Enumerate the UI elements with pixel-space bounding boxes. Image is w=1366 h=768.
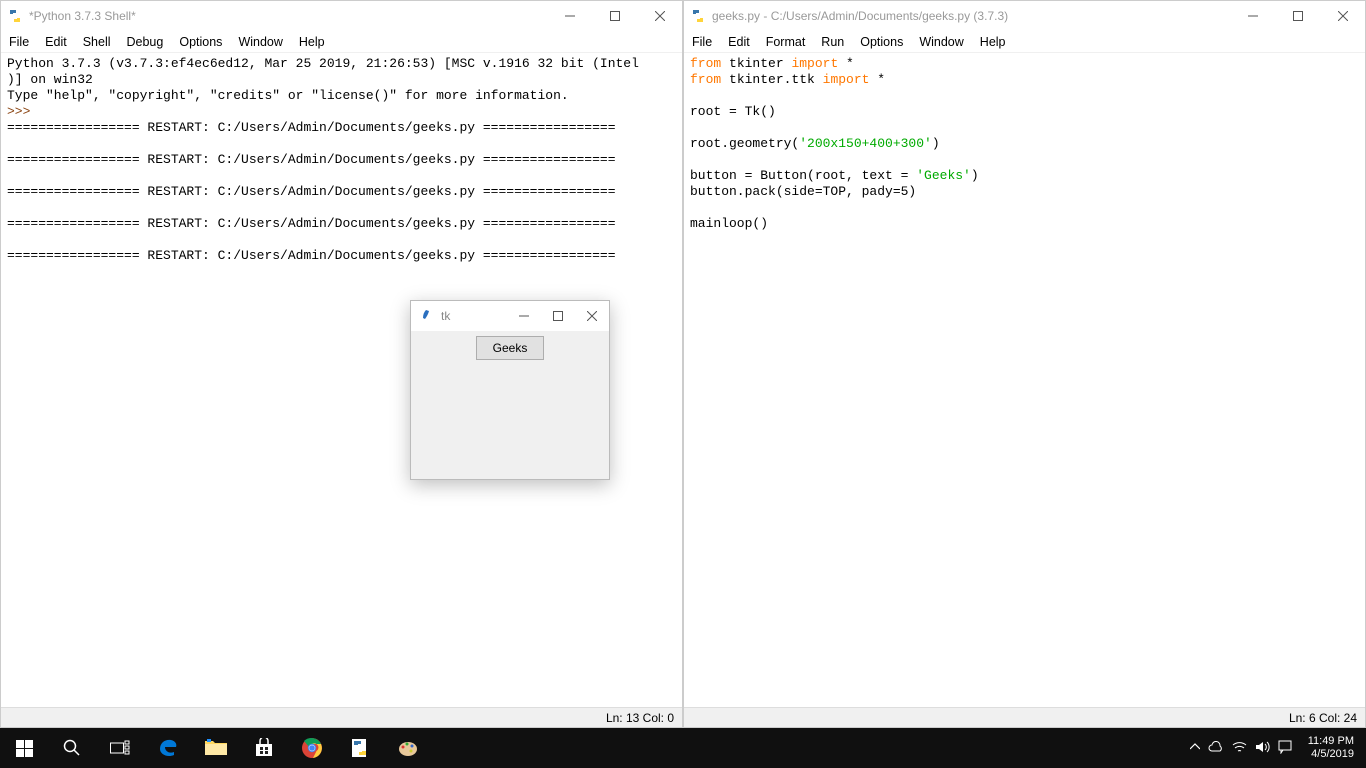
editor-content[interactable]: from tkinter import * from tkinter.ttk i… [684, 53, 1365, 707]
tray-wifi-icon[interactable] [1232, 741, 1247, 756]
shell-prompt: >>> [7, 104, 38, 119]
system-tray[interactable] [1182, 740, 1300, 757]
code-kw: import [823, 72, 870, 87]
file-explorer-icon[interactable] [192, 728, 240, 768]
tk-titlebar[interactable]: tk [411, 301, 609, 331]
minimize-button[interactable] [507, 301, 541, 331]
editor-titlebar[interactable]: geeks.py - C:/Users/Admin/Documents/geek… [684, 1, 1365, 31]
taskbar-clock[interactable]: 11:49 PM 4/5/2019 [1300, 735, 1362, 761]
code-text: button.pack(side=TOP, pady=5) [690, 184, 916, 199]
code-string: 'Geeks' [916, 168, 971, 183]
code-kw: import [791, 56, 838, 71]
menu-window[interactable]: Window [238, 35, 282, 49]
code-text: * [869, 72, 885, 87]
menu-file[interactable]: File [692, 35, 712, 49]
shell-restart-line: ================= RESTART: C:/Users/Admi… [7, 184, 616, 199]
menu-debug[interactable]: Debug [127, 35, 164, 49]
minimize-button[interactable] [547, 1, 592, 31]
edge-icon[interactable] [144, 728, 192, 768]
paint-icon[interactable] [384, 728, 432, 768]
minimize-button[interactable] [1230, 1, 1275, 31]
taskbar: 11:49 PM 4/5/2019 [0, 728, 1366, 768]
tk-window: tk Geeks [410, 300, 610, 480]
tk-feather-icon [419, 309, 433, 323]
code-text: ) [932, 136, 940, 151]
shell-line: )] on win32 [7, 72, 93, 87]
close-button[interactable] [1320, 1, 1365, 31]
geeks-button[interactable]: Geeks [476, 336, 545, 360]
shell-line: Type "help", "copyright", "credits" or "… [7, 88, 569, 103]
clock-time: 11:49 PM [1308, 735, 1354, 748]
menu-options[interactable]: Options [860, 35, 903, 49]
menu-format[interactable]: Format [766, 35, 806, 49]
menu-options[interactable]: Options [179, 35, 222, 49]
maximize-button[interactable] [541, 301, 575, 331]
start-button[interactable] [0, 728, 48, 768]
code-text: tkinter.ttk [721, 72, 822, 87]
editor-title: geeks.py - C:/Users/Admin/Documents/geek… [712, 9, 1230, 23]
shell-restart-line: ================= RESTART: C:/Users/Admi… [7, 152, 616, 167]
menu-help[interactable]: Help [980, 35, 1006, 49]
shell-title: *Python 3.7.3 Shell* [29, 9, 547, 23]
search-icon[interactable] [48, 728, 96, 768]
code-text: tkinter [721, 56, 791, 71]
code-text: root.geometry( [690, 136, 799, 151]
tray-chevron-up-icon[interactable] [1190, 741, 1200, 755]
code-text: mainloop() [690, 216, 768, 231]
task-view-icon[interactable] [96, 728, 144, 768]
shell-cursor-position: Ln: 13 Col: 0 [606, 711, 674, 725]
shell-restart-line: ================= RESTART: C:/Users/Admi… [7, 120, 616, 135]
code-text: root = Tk() [690, 104, 776, 119]
clock-date: 4/5/2019 [1308, 748, 1354, 761]
tk-title: tk [441, 309, 450, 323]
editor-statusbar: Ln: 6 Col: 24 [684, 707, 1365, 727]
menu-run[interactable]: Run [821, 35, 844, 49]
code-string: '200x150+400+300' [799, 136, 932, 151]
close-button[interactable] [637, 1, 682, 31]
shell-line: Python 3.7.3 (v3.7.3:ef4ec6ed12, Mar 25 … [7, 56, 639, 71]
tray-onedrive-icon[interactable] [1208, 741, 1224, 756]
shell-restart-line: ================= RESTART: C:/Users/Admi… [7, 248, 616, 263]
tk-body: Geeks [411, 331, 609, 479]
idle-taskbar-icon[interactable] [336, 728, 384, 768]
python-idle-icon [7, 8, 23, 24]
shell-titlebar[interactable]: *Python 3.7.3 Shell* [1, 1, 682, 31]
menu-edit[interactable]: Edit [728, 35, 750, 49]
menu-edit[interactable]: Edit [45, 35, 67, 49]
menu-file[interactable]: File [9, 35, 29, 49]
shell-statusbar: Ln: 13 Col: 0 [1, 707, 682, 727]
tray-volume-icon[interactable] [1255, 740, 1270, 757]
code-text: ) [971, 168, 979, 183]
python-idle-icon [690, 8, 706, 24]
editor-menubar: File Edit Format Run Options Window Help [684, 31, 1365, 53]
maximize-button[interactable] [1275, 1, 1320, 31]
shell-menubar: File Edit Shell Debug Options Window Hel… [1, 31, 682, 53]
code-kw: from [690, 56, 721, 71]
code-text: * [838, 56, 854, 71]
menu-shell[interactable]: Shell [83, 35, 111, 49]
shell-restart-line: ================= RESTART: C:/Users/Admi… [7, 216, 616, 231]
maximize-button[interactable] [592, 1, 637, 31]
editor-window: geeks.py - C:/Users/Admin/Documents/geek… [683, 0, 1366, 728]
code-text: button = Button(root, text = [690, 168, 916, 183]
chrome-icon[interactable] [288, 728, 336, 768]
menu-window[interactable]: Window [919, 35, 963, 49]
code-kw: from [690, 72, 721, 87]
menu-help[interactable]: Help [299, 35, 325, 49]
editor-cursor-position: Ln: 6 Col: 24 [1289, 711, 1357, 725]
tray-action-center-icon[interactable] [1278, 740, 1292, 757]
close-button[interactable] [575, 301, 609, 331]
store-icon[interactable] [240, 728, 288, 768]
